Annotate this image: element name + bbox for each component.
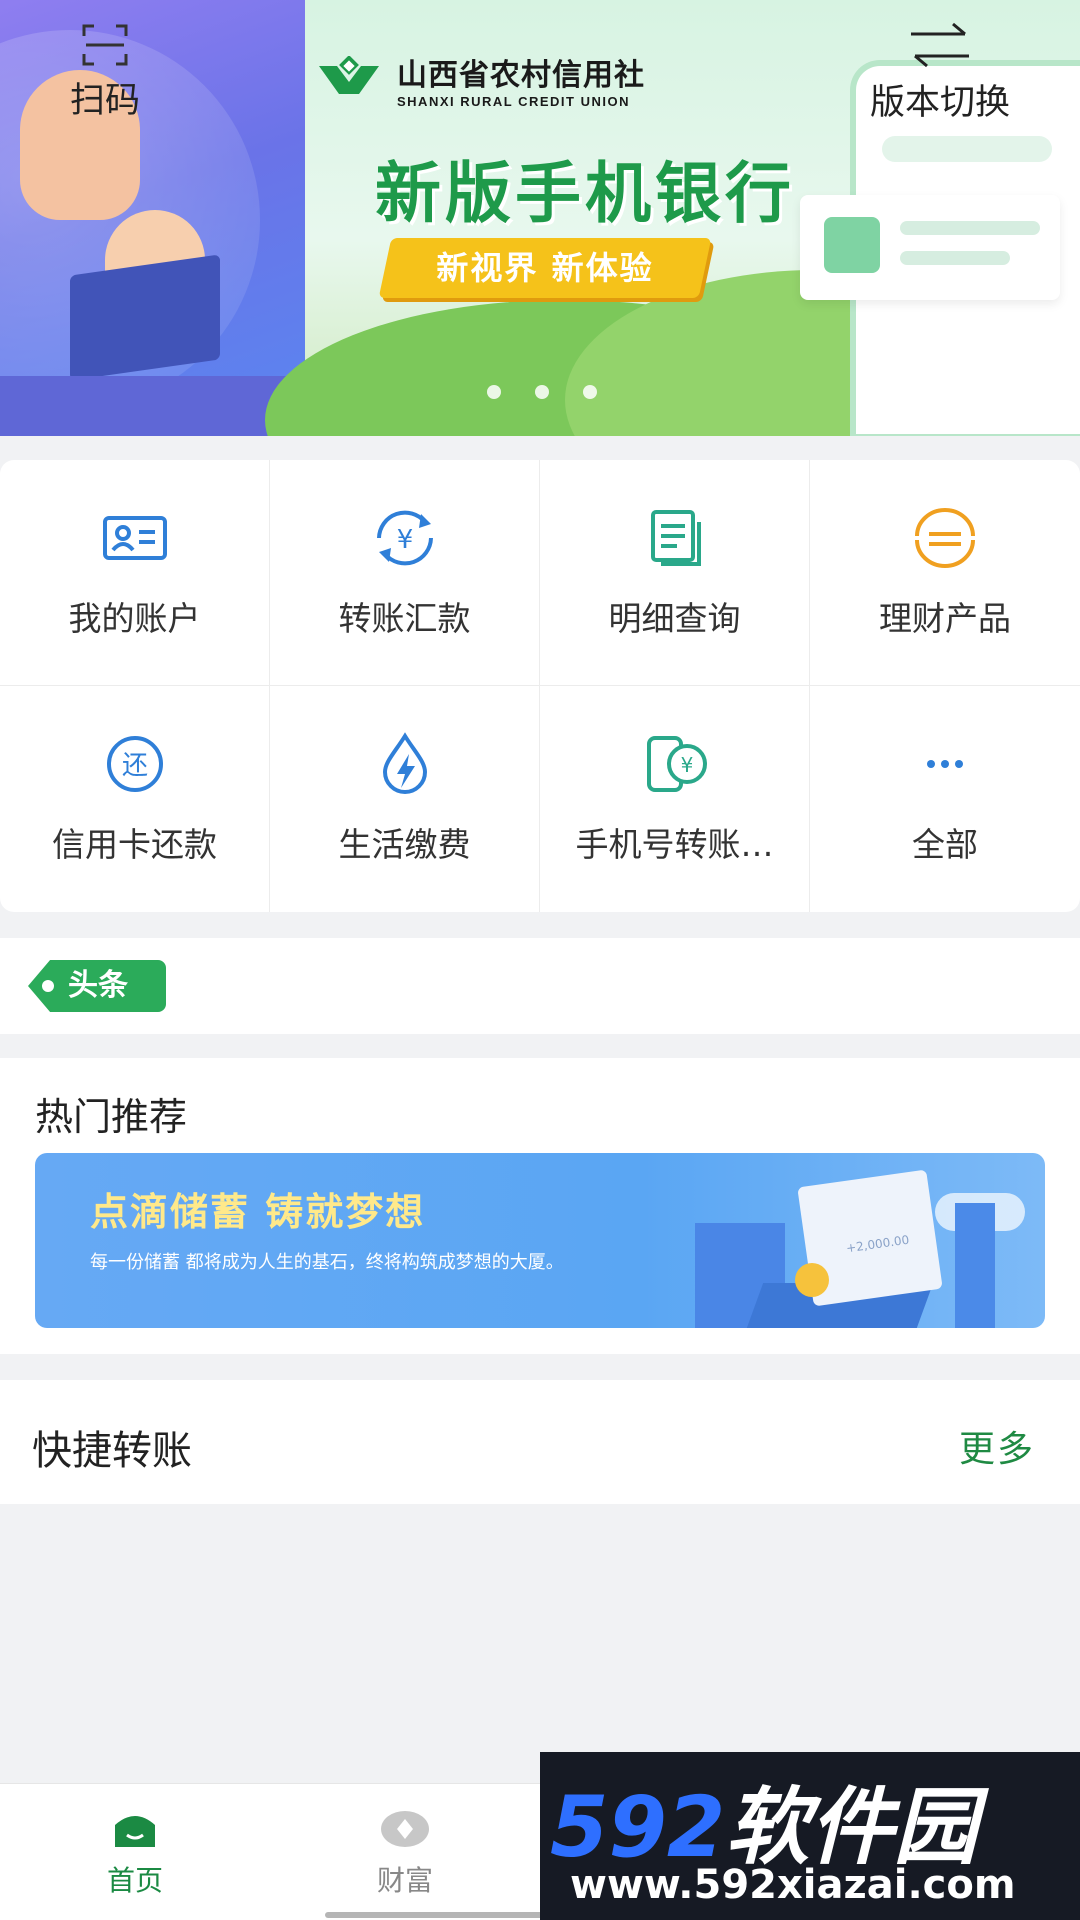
version-switch-label: 版本切换 (869, 83, 1010, 123)
version-switch-button[interactable]: 版本切换 (850, 20, 1030, 125)
section-title: 热门推荐 (35, 1095, 188, 1139)
scan-button[interactable]: 扫码 (50, 22, 160, 123)
menu-credit-card-repay[interactable]: 还 信用卡还款 (0, 686, 270, 912)
switch-arrows-icon (911, 22, 969, 68)
wealth-product-icon (915, 507, 975, 568)
statement-icon (650, 509, 701, 566)
headline-news-strip[interactable]: 头条 (0, 938, 1080, 1034)
promo-title: 点滴储蓄 铸就梦想 (90, 1190, 426, 1234)
brand-name-cn: 山西省农村信用社 (397, 58, 645, 93)
wealth-diamond-icon (381, 1810, 429, 1847)
svg-text:¥: ¥ (396, 525, 413, 555)
section-title: 快捷转账 (32, 1428, 192, 1474)
tab-wealth[interactable]: 财富 (270, 1784, 540, 1920)
rural-credit-logo-icon (319, 55, 379, 94)
site-watermark: 592软件园 www.592xiazai.com (540, 1752, 1080, 1920)
banner-headline: 新版手机银行 (375, 155, 795, 232)
headline-tag: 头条 (28, 960, 166, 1012)
menu-label: 信用卡还款 (52, 825, 217, 864)
banner-slogan: 新视界 新体验 (378, 238, 712, 298)
menu-label: 理财产品 (879, 598, 1011, 638)
promo-text: 每一份储蓄 都将成为人生的基石，终将构筑成梦想的大厦。 (90, 1252, 564, 1273)
menu-utility-payment[interactable]: 生活缴费 (270, 686, 540, 912)
savings-promo-banner[interactable]: 点滴储蓄 铸就梦想 每一份储蓄 都将成为人生的基石，终将构筑成梦想的大厦。 +2… (35, 1153, 1045, 1328)
hot-recommend-section: 热门推荐 点滴储蓄 铸就梦想 每一份储蓄 都将成为人生的基石，终将构筑成梦想的大… (0, 1058, 1080, 1354)
menu-label: 全部 (912, 825, 978, 864)
utility-drop-icon (382, 732, 427, 794)
promo-banner[interactable]: 山西省农村信用社 SHANXI RURAL CREDIT UNION 新版手机银… (0, 0, 1080, 436)
quick-transfer-section: 快捷转账 更多 (0, 1380, 1080, 1504)
transfer-yen-icon: ¥ (376, 510, 433, 565)
menu-all[interactable]: 全部 (810, 686, 1080, 912)
phone-transfer-icon: ¥ (646, 736, 707, 792)
brand-logo: 山西省农村信用社 SHANXI RURAL CREDIT UNION (315, 50, 645, 109)
menu-wealth-products[interactable]: 理财产品 (810, 460, 1080, 686)
tab-label: 首页 (106, 1863, 163, 1897)
menu-label: 明细查询 (608, 598, 741, 638)
account-card-icon (102, 515, 167, 560)
menu-label: 生活缴费 (338, 825, 471, 864)
building-illustration (955, 1203, 995, 1328)
watermark-url: www.592xiazai.com (570, 1862, 1016, 1908)
menu-transfer[interactable]: ¥ 转账汇款 (270, 460, 540, 686)
page-dot[interactable] (487, 385, 501, 399)
tab-label: 财富 (376, 1863, 433, 1897)
page-dot[interactable] (535, 385, 549, 399)
banner-pagination[interactable] (487, 385, 597, 399)
more-link[interactable]: 更多 (959, 1420, 1035, 1472)
brand-name-en: SHANXI RURAL CREDIT UNION (397, 94, 630, 109)
svg-text:还: 还 (121, 751, 147, 781)
menu-label: 转账汇款 (338, 598, 471, 638)
menu-label: 手机号转账… (575, 825, 774, 864)
scan-label: 扫码 (69, 81, 140, 121)
menu-my-account[interactable]: 我的账户 (0, 460, 270, 686)
page-dot[interactable] (583, 385, 597, 399)
function-grid: 我的账户 ¥ 转账汇款 明细查询 理财产品 还 信用卡还款 生活缴费 ¥ 手机号… (0, 460, 1080, 912)
home-icon (115, 1815, 155, 1847)
tab-home[interactable]: 首页 (0, 1784, 270, 1920)
coin-icon (795, 1263, 829, 1297)
menu-phone-transfer[interactable]: ¥ 手机号转账… (540, 686, 810, 912)
svg-text:¥: ¥ (680, 753, 693, 777)
menu-label: 我的账户 (68, 598, 201, 638)
menu-statement[interactable]: 明细查询 (540, 460, 810, 686)
credit-repay-icon: 还 (106, 736, 163, 792)
receipt-amount: +2,000.00 (845, 1232, 911, 1256)
scan-icon (82, 24, 128, 66)
more-dots-icon (927, 760, 963, 768)
